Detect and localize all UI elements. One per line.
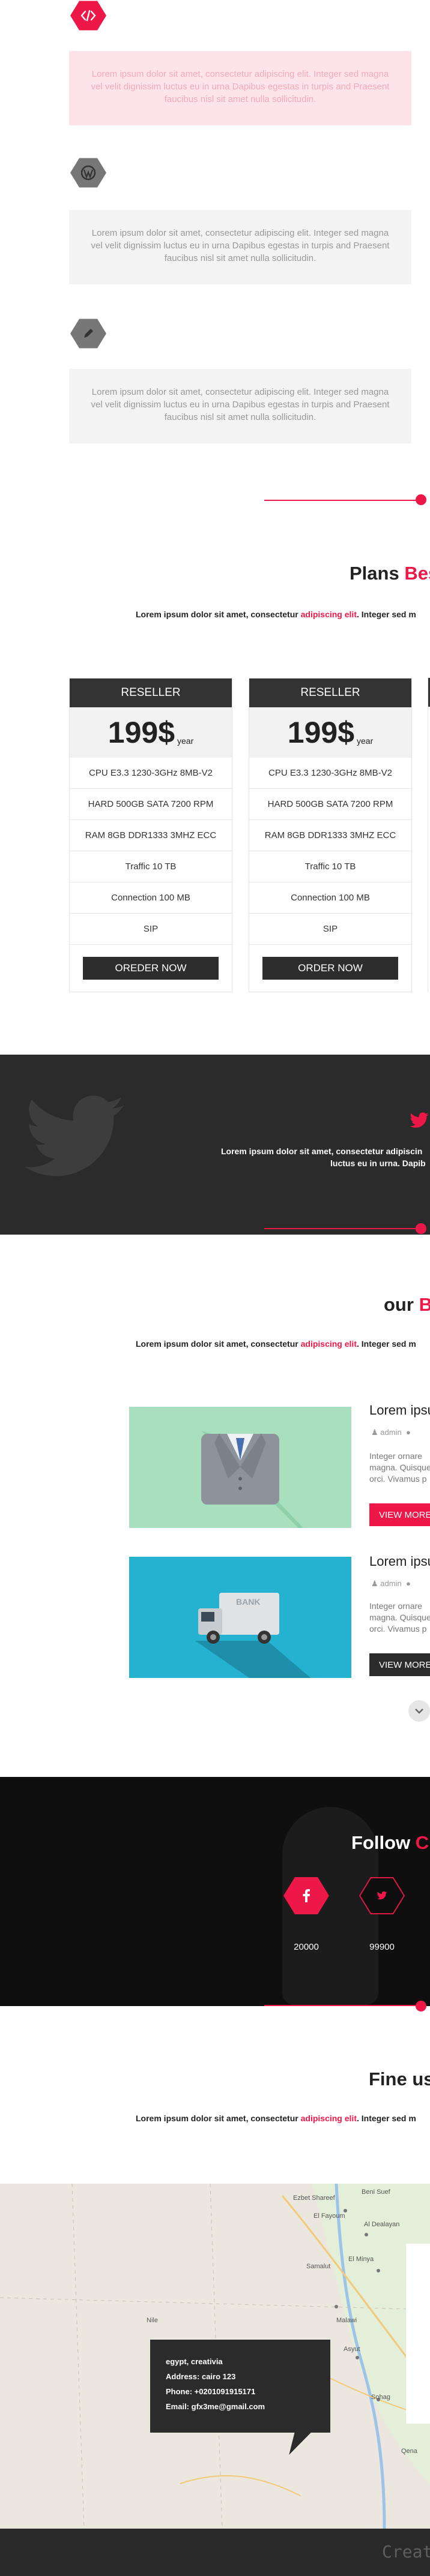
twitter-count: 99900 bbox=[369, 1942, 395, 1952]
info-address: Address: cairo 123 bbox=[166, 2372, 236, 2381]
map[interactable]: Beni Suef Ezbet Shareef El Fayoum Al Dea… bbox=[0, 2184, 430, 2529]
map-label: Beni Suef bbox=[362, 2188, 390, 2196]
twitter-icon bbox=[377, 1891, 387, 1900]
contact-subtitle: Lorem ipsum dolor sit amet, consectetur … bbox=[136, 2113, 416, 2123]
suit-icon bbox=[201, 1431, 351, 1528]
truck-thumbnail[interactable]: BANK bbox=[129, 1557, 351, 1678]
section-divider bbox=[264, 500, 420, 501]
plan-feature: RAM 8GB DDR1333 3MHZ ECC bbox=[70, 820, 232, 851]
services-title: our B bbox=[384, 1294, 430, 1315]
user-icon: ♟ bbox=[371, 1428, 378, 1437]
plan-feature: CPU E3.3 1230-3GHz 8MB-V2 bbox=[70, 758, 232, 789]
feature-icon-pencil bbox=[70, 319, 106, 349]
map-label: El Minya bbox=[348, 2256, 374, 2263]
pricing-card: RESELLER 199$ year CPU E3.3 1230-3GHz 8MB… bbox=[249, 678, 412, 992]
plan-feature: Traffic 10 TB bbox=[249, 851, 411, 882]
map-label: Samalut bbox=[306, 2263, 331, 2270]
post-meta: ♟ admin ● bbox=[371, 1579, 411, 1588]
twitter-bird-bg-icon bbox=[25, 1095, 124, 1176]
twitter-icon bbox=[410, 1112, 429, 1128]
pricing-card-partial bbox=[428, 678, 430, 992]
view-more-button[interactable]: VIEW MORE bbox=[369, 1653, 430, 1676]
plan-feature: Connection 100 MB bbox=[70, 882, 232, 914]
facebook-icon bbox=[303, 1889, 310, 1902]
feature-text: Lorem ipsum dolor sit amet, consectetur … bbox=[91, 387, 390, 422]
view-more-button[interactable]: VIEW MORE bbox=[369, 1503, 430, 1526]
tweet-line: Lorem ipsum dolor sit amet, consectetur … bbox=[221, 1146, 423, 1156]
post-meta: ♟ admin ● bbox=[371, 1428, 411, 1437]
post-excerpt: Integer ornare magna. Quisque orci. Viva… bbox=[369, 1451, 430, 1484]
svg-text:BANK: BANK bbox=[236, 1597, 260, 1607]
section-divider bbox=[264, 2005, 420, 2006]
feature-text-box: Lorem ipsum dolor sit amet, consectetur … bbox=[69, 369, 411, 443]
plan-feature: CPU E3.3 1230-3GHz 8MB-V2 bbox=[249, 758, 411, 789]
code-icon bbox=[80, 10, 96, 22]
feature-text-box: Lorem ipsum dolor sit amet, consectetur … bbox=[69, 210, 411, 284]
plan-name: RESELLER bbox=[249, 678, 411, 707]
footer-brand: Creat bbox=[382, 2542, 430, 2562]
facebook-count: 20000 bbox=[294, 1942, 319, 1952]
plans-subtitle: Lorem ipsum dolor sit amet, consectetur … bbox=[136, 610, 416, 619]
bank-truck-icon: BANK bbox=[195, 1593, 351, 1678]
plan-feature: HARD 500GB SATA 7200 RPM bbox=[70, 789, 232, 820]
chevron-down-icon bbox=[415, 1709, 423, 1714]
map-label: Qena bbox=[401, 2448, 417, 2455]
plan-feature: Traffic 10 TB bbox=[70, 851, 232, 882]
map-info-window: egypt, creativia Address: cairo 123 Phon… bbox=[150, 2340, 330, 2433]
map-label: Asyut bbox=[344, 2346, 360, 2353]
tweet-line: luctus eu in urna. Dapib bbox=[330, 1158, 426, 1168]
plan-name: RESELLER bbox=[70, 678, 232, 707]
footer: Creat bbox=[0, 2529, 430, 2576]
info-email: Email: gfx3me@gmail.com bbox=[166, 2402, 265, 2411]
feature-text: Lorem ipsum dolor sit amet, consectetur … bbox=[91, 228, 390, 263]
feature-text: Lorem ipsum dolor sit amet, consectetur … bbox=[91, 69, 390, 104]
map-label: El Fayoum bbox=[313, 2212, 345, 2220]
plan-feature: HARD 500GB SATA 7200 RPM bbox=[249, 789, 411, 820]
plan-feature: SIP bbox=[249, 914, 411, 945]
contact-title: Fine us bbox=[369, 2068, 430, 2089]
post-excerpt: Integer ornare magna. Quisque orci. Viva… bbox=[369, 1601, 430, 1634]
order-now-button[interactable]: OREDER NOW bbox=[83, 957, 219, 980]
wordpress-icon bbox=[80, 165, 96, 181]
plans-title: Plans Bes bbox=[350, 563, 430, 584]
divider-dot bbox=[416, 2001, 426, 2011]
services-subtitle: Lorem ipsum dolor sit amet, consectetur … bbox=[136, 1339, 416, 1349]
map-label: Nile bbox=[147, 2317, 158, 2324]
user-icon: ♟ bbox=[371, 1579, 378, 1588]
feature-icon-code bbox=[70, 1, 106, 31]
map-label: Malawi bbox=[336, 2317, 357, 2324]
plan-price: 199$ year bbox=[70, 707, 232, 758]
divider-dot bbox=[416, 1223, 426, 1234]
twitter-band: Lorem ipsum dolor sit amet, consectetur … bbox=[0, 1055, 430, 1235]
map-label: Ezbet Shareef bbox=[293, 2194, 335, 2202]
map-label: Sohag bbox=[371, 2394, 390, 2401]
plan-feature: Connection 100 MB bbox=[249, 882, 411, 914]
plan-price: 199$ year bbox=[249, 707, 411, 758]
follow-title: Follow Cr bbox=[351, 1832, 430, 1853]
pencil-icon bbox=[84, 329, 93, 338]
pricing-card: RESELLER 199$ year CPU E3.3 1230-3GHz 8MB… bbox=[69, 678, 232, 992]
info-phone: Phone: +0201091915171 bbox=[166, 2387, 256, 2396]
plan-feature: SIP bbox=[70, 914, 232, 945]
map-label: Al Dealayan bbox=[364, 2221, 400, 2228]
feature-text-box: Lorem ipsum dolor sit amet, consectetur … bbox=[69, 51, 411, 125]
post-title[interactable]: Lorem ipsu bbox=[369, 1403, 430, 1418]
comment-icon: ● bbox=[405, 1428, 411, 1437]
post-title[interactable]: Lorem ipsu bbox=[369, 1554, 430, 1569]
section-divider bbox=[264, 1228, 420, 1229]
info-company: egypt, creativia bbox=[166, 2357, 223, 2366]
comment-icon: ● bbox=[405, 1579, 411, 1588]
divider-dot bbox=[416, 494, 426, 505]
map-side-panel bbox=[406, 2244, 430, 2424]
plan-feature: RAM 8GB DDR1333 3MHZ ECC bbox=[249, 820, 411, 851]
order-now-button[interactable]: ORDER NOW bbox=[262, 957, 398, 980]
scroll-down-button[interactable] bbox=[408, 1700, 430, 1722]
suit-thumbnail[interactable] bbox=[129, 1407, 351, 1528]
follow-band: Follow Cr 20000 99900 bbox=[0, 1777, 430, 2006]
feature-icon-wordpress bbox=[70, 158, 106, 188]
